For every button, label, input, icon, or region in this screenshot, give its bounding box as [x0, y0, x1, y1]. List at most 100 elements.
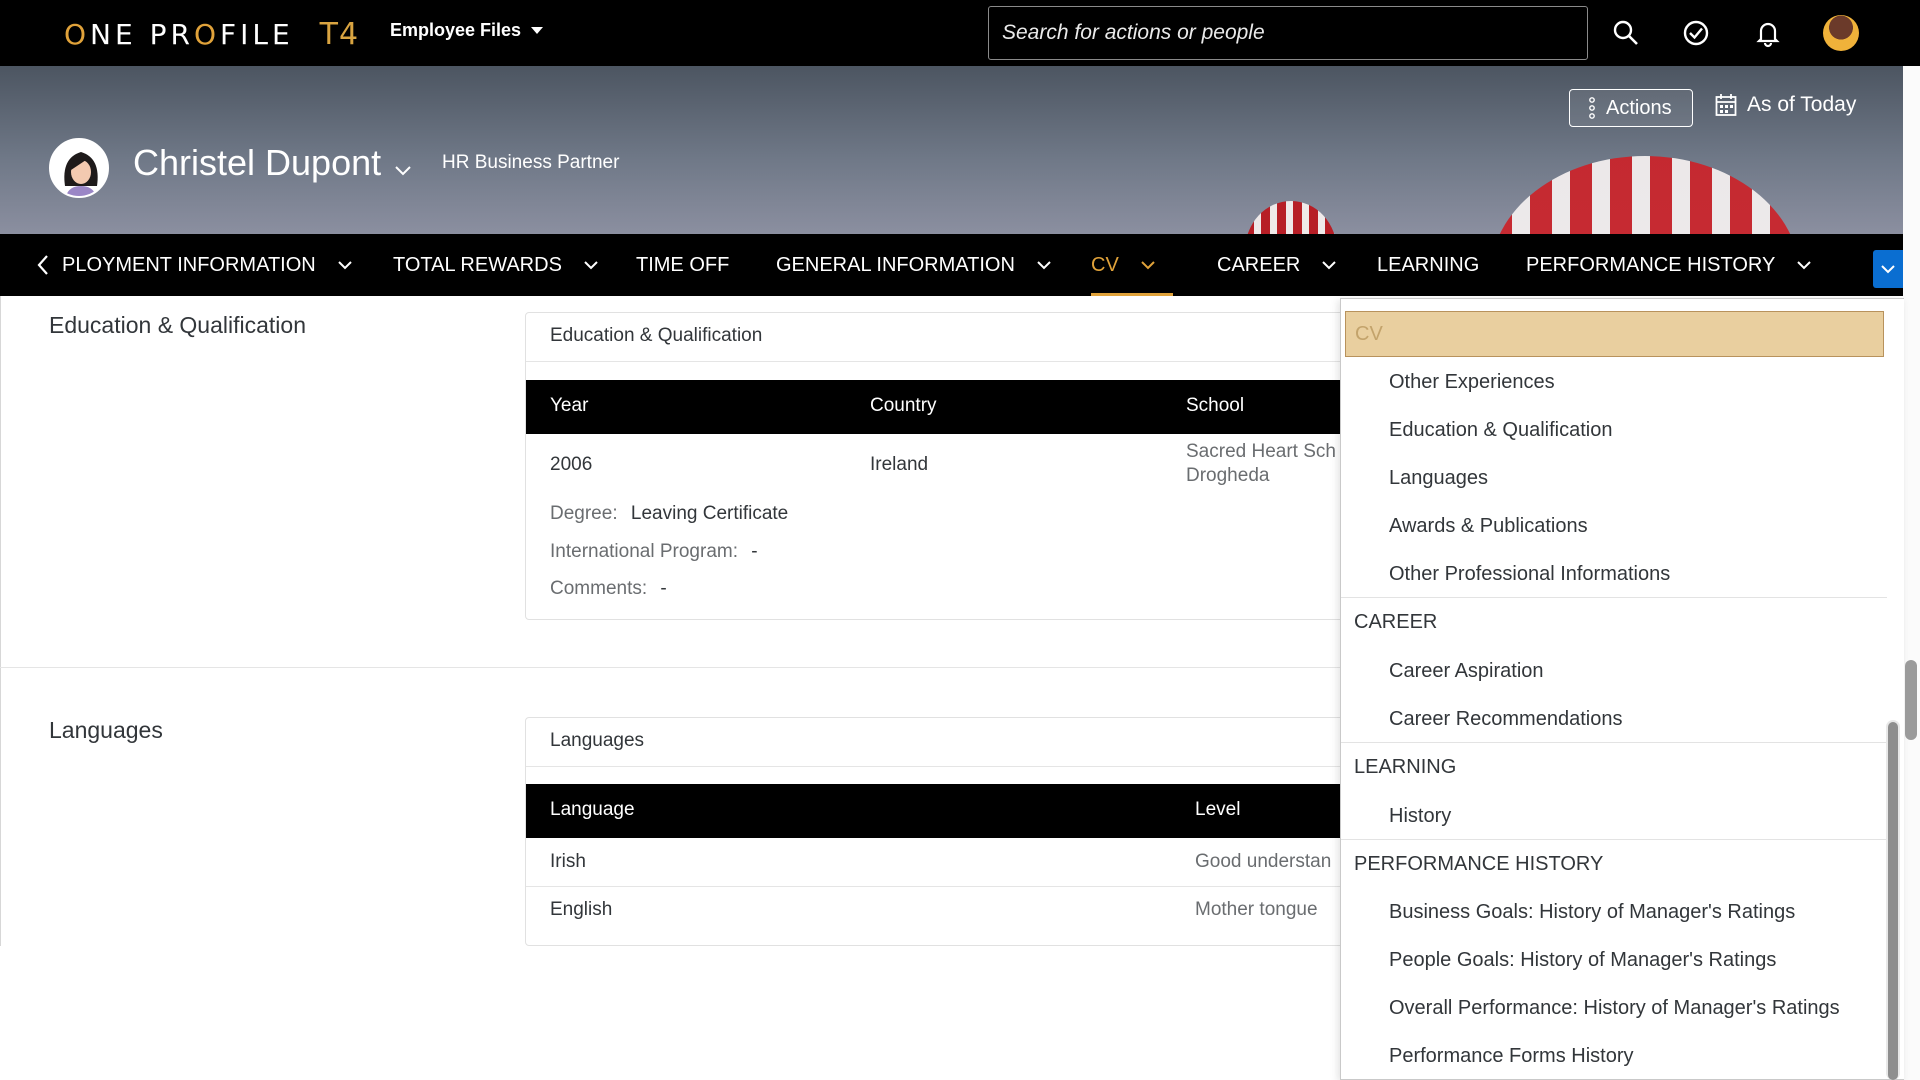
- tab-time-off[interactable]: TIME OFF: [636, 234, 729, 296]
- comments-field: Comments: -: [550, 578, 667, 600]
- menu-item-label: Awards & Publications: [1389, 514, 1588, 537]
- column-header-year: Year: [550, 395, 589, 416]
- cell-country: Ireland: [870, 454, 929, 475]
- chevron-left-icon[interactable]: [36, 253, 50, 277]
- menu-item-label: Business Goals: History of Manager's Rat…: [1389, 900, 1796, 923]
- cell-year: 2006: [550, 454, 593, 475]
- chevron-down-icon: [338, 261, 352, 270]
- chevron-down-icon: [1141, 261, 1155, 270]
- calendar-icon: [1715, 94, 1737, 116]
- chevron-down-icon[interactable]: [394, 162, 412, 180]
- profile-header: Christel Dupont HR Business Partner Acti…: [0, 66, 1903, 234]
- actions-button[interactable]: Actions: [1569, 89, 1693, 127]
- as-of-date-button[interactable]: As of Today: [1715, 93, 1856, 117]
- divider: [526, 361, 1344, 362]
- app-logo[interactable]: ONE PROFILE T4: [64, 14, 359, 54]
- menu-item-history[interactable]: History: [1341, 792, 1887, 840]
- more-vertical-icon: [1589, 97, 1595, 119]
- chevron-down-icon: [1881, 265, 1895, 274]
- menu-item-other-experiences[interactable]: Other Experiences: [1341, 358, 1887, 406]
- search-input[interactable]: [988, 6, 1588, 60]
- employee-files-menu[interactable]: Employee Files: [390, 20, 544, 41]
- international-program-field: International Program: -: [550, 541, 758, 563]
- comments-label: Comments:: [550, 578, 648, 599]
- tab-label: GENERAL INFORMATION: [776, 253, 1015, 276]
- page-scrollbar-thumb[interactable]: [1905, 660, 1917, 740]
- check-circle-icon[interactable]: [1681, 18, 1711, 48]
- degree-field: Degree: Leaving Certificate: [550, 503, 788, 525]
- tab-performance-history[interactable]: PERFORMANCE HISTORY: [1526, 234, 1812, 296]
- cell-language: Irish: [550, 851, 586, 872]
- menu-group-cv[interactable]: CV: [1345, 311, 1884, 357]
- menu-item-label: Education & Qualification: [1389, 418, 1613, 441]
- chevron-down-icon: [1322, 261, 1337, 270]
- bell-icon[interactable]: [1753, 18, 1783, 48]
- card-title: Education & Qualification: [550, 325, 763, 346]
- logo-text: ONE PROFILE: [64, 17, 294, 51]
- section-title-languages: Languages: [49, 717, 163, 743]
- tab-label: PLOYMENT INFORMATION: [62, 253, 316, 276]
- profile-avatar[interactable]: [49, 138, 109, 198]
- search-icon[interactable]: [1611, 18, 1641, 48]
- tab-total-rewards[interactable]: TOTAL REWARDS: [393, 234, 598, 296]
- tab-label: CV: [1091, 253, 1119, 276]
- balloon-decoration-small: [1245, 201, 1337, 234]
- table-header: Language Level: [526, 784, 1344, 838]
- tab-label: CAREER: [1217, 253, 1301, 276]
- menu-item-other-professional-informations[interactable]: Other Professional Informations: [1341, 550, 1887, 598]
- menu-item-label: Career Recommendations: [1389, 707, 1623, 730]
- section-jump-menu: CV Other Experiences Education & Qualifi…: [1340, 298, 1904, 1080]
- comments-value: -: [660, 578, 667, 599]
- cell-level: Good understan: [1195, 851, 1332, 872]
- chevron-down-icon: [1797, 261, 1812, 270]
- menu-item-languages[interactable]: Languages: [1341, 454, 1887, 502]
- menu-item-overall-performance-ratings[interactable]: Overall Performance: History of Manager'…: [1341, 984, 1887, 1032]
- tab-learning[interactable]: LEARNING: [1377, 234, 1479, 296]
- menu-item-label: Performance Forms History: [1389, 1044, 1634, 1067]
- user-avatar[interactable]: [1823, 15, 1859, 51]
- menu-item-label: Languages: [1389, 466, 1488, 489]
- menu-group-performance-history[interactable]: PERFORMANCE HISTORY: [1341, 840, 1887, 888]
- column-header-school: School: [1186, 395, 1245, 416]
- menu-item-performance-forms-history[interactable]: Performance Forms History: [1341, 1032, 1887, 1079]
- employee-name: Christel Dupont: [133, 142, 382, 183]
- employee-files-label: Employee Files: [390, 20, 522, 40]
- international-program-label: International Program:: [550, 541, 738, 562]
- degree-value: Leaving Certificate: [630, 503, 789, 524]
- employee-title: HR Business Partner: [442, 152, 620, 173]
- education-card: Education & Qualification Year Country S…: [525, 312, 1345, 620]
- menu-group-learning[interactable]: LEARNING: [1341, 743, 1887, 791]
- more-sections-button[interactable]: [1873, 250, 1903, 288]
- menu-item-label: Overall Performance: History of Manager'…: [1389, 996, 1840, 1019]
- menu-item-career-recommendations[interactable]: Career Recommendations: [1341, 695, 1887, 743]
- menu-item-label: History: [1389, 804, 1452, 827]
- menu-item-label: CAREER: [1354, 610, 1438, 633]
- column-header-country: Country: [870, 395, 937, 416]
- tab-career[interactable]: CAREER: [1217, 234, 1337, 296]
- tab-cv[interactable]: CV: [1091, 234, 1173, 296]
- menu-item-business-goals-ratings[interactable]: Business Goals: History of Manager's Rat…: [1341, 888, 1887, 936]
- cell-school-line1: Sacred Heart Sch: [1186, 441, 1336, 462]
- tab-general-information[interactable]: GENERAL INFORMATION: [776, 234, 1051, 296]
- tab-label: PERFORMANCE HISTORY: [1526, 253, 1776, 276]
- divider: [526, 766, 1344, 767]
- tab-label: TIME OFF: [636, 253, 730, 276]
- column-header-level: Level: [1195, 799, 1241, 820]
- logo-suffix: T4: [319, 16, 360, 52]
- balloon-decoration: [1490, 156, 1800, 234]
- menu-item-career-aspiration[interactable]: Career Aspiration: [1341, 647, 1887, 695]
- international-program-value: -: [751, 541, 758, 562]
- chevron-down-icon: [1037, 261, 1051, 270]
- menu-item-people-goals-ratings[interactable]: People Goals: History of Manager's Ratin…: [1341, 936, 1887, 984]
- menu-group-career[interactable]: CAREER: [1341, 598, 1887, 646]
- menu-item-label: Career Aspiration: [1389, 659, 1544, 682]
- menu-item-awards-publications[interactable]: Awards & Publications: [1341, 502, 1887, 550]
- menu-item-education-qualification[interactable]: Education & Qualification: [1341, 406, 1887, 454]
- menu-scrollbar-thumb[interactable]: [1888, 722, 1898, 1080]
- as-of-label: As of Today: [1747, 93, 1857, 116]
- left-divider: [0, 296, 1, 946]
- chevron-down-icon: [584, 261, 598, 270]
- tab-employment-information[interactable]: PLOYMENT INFORMATION: [62, 234, 352, 296]
- table-header: Year Country School: [526, 380, 1344, 434]
- menu-item-label: LEARNING: [1354, 755, 1457, 778]
